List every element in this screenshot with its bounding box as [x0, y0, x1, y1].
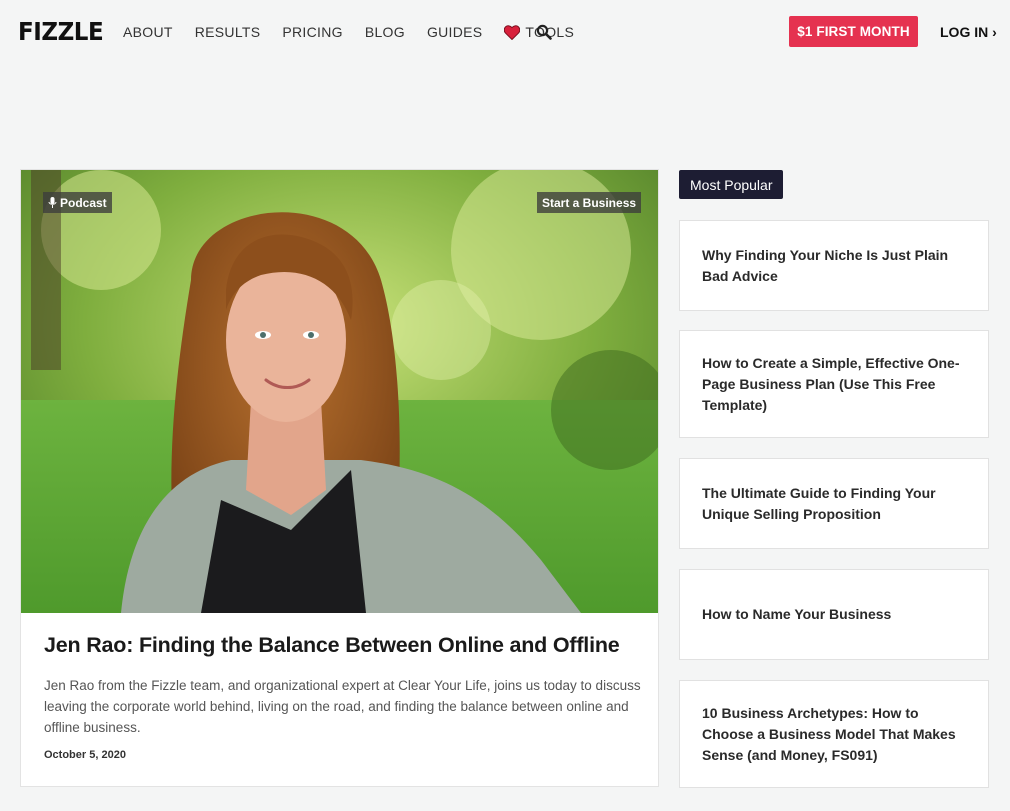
nav-results[interactable]: RESULTS [195, 24, 261, 40]
featured-post-image[interactable]: Podcast Start a Business [21, 170, 658, 613]
login-link[interactable]: LOG IN › [940, 24, 997, 40]
popular-item[interactable]: The Ultimate Guide to Finding Your Uniqu… [679, 458, 989, 549]
nav-guides[interactable]: GUIDES [427, 24, 482, 40]
hero-photo-illustration [21, 170, 658, 613]
featured-post-title[interactable]: Jen Rao: Finding the Balance Between Onl… [44, 633, 644, 658]
featured-post-excerpt: Jen Rao from the Fizzle team, and organi… [44, 678, 641, 735]
popular-item-title: How to Name Your Business [702, 606, 892, 622]
popular-item-title: The Ultimate Guide to Finding Your Uniqu… [702, 484, 936, 522]
popular-item[interactable]: 10 Business Archetypes: How to Choose a … [679, 680, 989, 788]
podcast-tag-label: Podcast [60, 195, 107, 210]
popular-item[interactable]: How to Create a Simple, Effective One-Pa… [679, 330, 989, 438]
category-tag[interactable]: Start a Business [537, 192, 642, 213]
most-popular-label: Most Popular [679, 170, 784, 199]
nav-pricing[interactable]: PRICING [282, 24, 342, 40]
main-nav: ABOUT RESULTS PRICING BLOG GUIDES TOOLS [123, 24, 596, 40]
popular-item[interactable]: Why Finding Your Niche Is Just Plain Bad… [679, 220, 989, 311]
featured-post-date: October 5, 2020 [44, 749, 126, 761]
nav-about[interactable]: ABOUT [123, 24, 173, 40]
microphone-icon [48, 197, 57, 208]
podcast-tag[interactable]: Podcast [43, 192, 112, 213]
heart-icon [504, 24, 521, 40]
popular-item[interactable]: How to Name Your Business [679, 569, 989, 660]
site-header: FIZZLE ABOUT RESULTS PRICING BLOG GUIDES… [0, 0, 1010, 64]
nav-blog[interactable]: BLOG [365, 24, 405, 40]
first-month-button[interactable]: $1 FIRST MONTH [789, 16, 918, 47]
search-icon[interactable] [536, 24, 552, 40]
popular-item-title: Why Finding Your Niche Is Just Plain Bad… [702, 246, 949, 284]
site-logo[interactable]: FIZZLE [18, 17, 104, 46]
popular-item-title: 10 Business Archetypes: How to Choose a … [702, 704, 956, 763]
popular-item-title: How to Create a Simple, Effective One-Pa… [702, 354, 960, 413]
featured-post-card[interactable]: Podcast Start a Business Jen Rao: Findin… [20, 169, 659, 787]
